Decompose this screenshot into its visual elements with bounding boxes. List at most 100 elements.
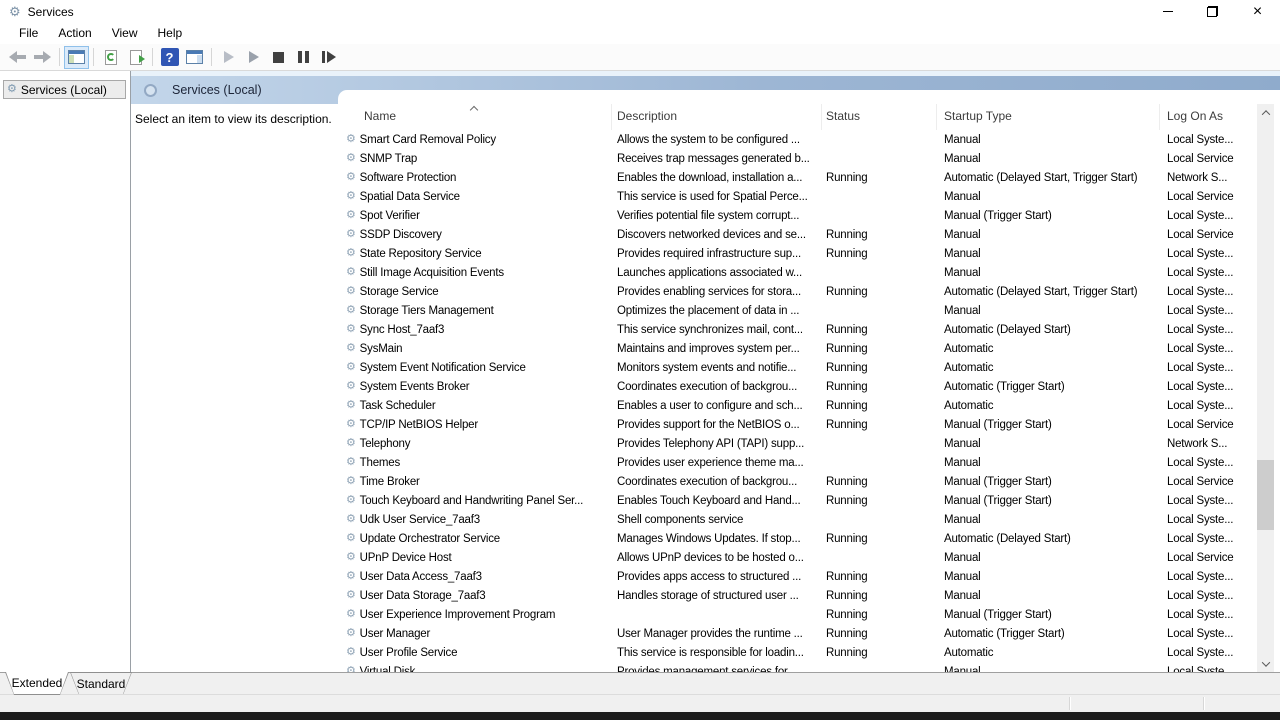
- tree-item-services-local[interactable]: ⚙ Services (Local): [3, 80, 126, 99]
- table-row[interactable]: ⚙User Data Access_7aaf3 Provides apps ac…: [338, 567, 1263, 586]
- table-row[interactable]: ⚙Virtual Disk Provides management servic…: [338, 662, 1263, 672]
- service-name-cell: ⚙Virtual Disk: [346, 662, 610, 672]
- forward-button[interactable]: [30, 46, 55, 69]
- table-row[interactable]: ⚙Update Orchestrator Service Manages Win…: [338, 529, 1263, 548]
- table-row[interactable]: ⚙Spot Verifier Verifies potential file s…: [338, 206, 1263, 225]
- show-console-tree-button[interactable]: [64, 46, 89, 69]
- menu-view[interactable]: View: [102, 24, 148, 43]
- refresh-button[interactable]: [98, 46, 123, 69]
- service-name-cell: ⚙SNMP Trap: [346, 149, 610, 168]
- service-gear-icon: ⚙: [346, 533, 356, 544]
- table-row[interactable]: ⚙Themes Provides user experience theme m…: [338, 453, 1263, 472]
- table-row[interactable]: ⚙System Event Notification Service Monit…: [338, 358, 1263, 377]
- service-description: Manages Windows Updates. If stop...: [617, 529, 820, 548]
- table-row[interactable]: ⚙Still Image Acquisition Events Launches…: [338, 263, 1263, 282]
- tab-extended[interactable]: Extended: [5, 672, 69, 695]
- service-log-on-as: Local Syste...: [1167, 358, 1263, 377]
- service-startup-type: Automatic (Delayed Start, Trigger Start): [944, 282, 1169, 301]
- table-row[interactable]: ⚙SysMain Maintains and improves system p…: [338, 339, 1263, 358]
- table-row[interactable]: ⚙State Repository Service Provides requi…: [338, 244, 1263, 263]
- service-name-cell: ⚙Time Broker: [346, 472, 610, 491]
- menu-help[interactable]: Help: [148, 24, 193, 43]
- service-name-cell: ⚙User Data Access_7aaf3: [346, 567, 610, 586]
- table-row[interactable]: ⚙User Manager User Manager provides the …: [338, 624, 1263, 643]
- service-log-on-as: Local Syste...: [1167, 377, 1263, 396]
- table-row[interactable]: ⚙Task Scheduler Enables a user to config…: [338, 396, 1263, 415]
- service-startup-type: Manual: [944, 434, 1169, 453]
- service-name-cell: ⚙System Events Broker: [346, 377, 610, 396]
- menu-file[interactable]: File: [9, 24, 48, 43]
- service-gear-icon: ⚙: [346, 438, 356, 449]
- table-row[interactable]: ⚙User Profile Service This service is re…: [338, 643, 1263, 662]
- minimize-button[interactable]: [1145, 0, 1190, 23]
- pause-service-button[interactable]: [291, 46, 316, 69]
- table-row[interactable]: ⚙Smart Card Removal Policy Allows the sy…: [338, 130, 1263, 149]
- start-service-button[interactable]: [216, 46, 241, 69]
- restore-button[interactable]: [1190, 0, 1235, 23]
- column-divider[interactable]: [936, 104, 937, 130]
- vertical-scrollbar[interactable]: [1257, 104, 1274, 672]
- service-name-cell: ⚙Storage Tiers Management: [346, 301, 610, 320]
- service-name: SSDP Discovery: [360, 229, 442, 241]
- service-description: Handles storage of structured user ...: [617, 586, 820, 605]
- menu-action[interactable]: Action: [48, 24, 101, 43]
- table-row[interactable]: ⚙SNMP Trap Receives trap messages genera…: [338, 149, 1263, 168]
- table-row[interactable]: ⚙Spatial Data Service This service is us…: [338, 187, 1263, 206]
- column-header-log-on-as[interactable]: Log On As: [1167, 109, 1223, 123]
- service-name: Themes: [360, 457, 400, 469]
- close-button[interactable]: ×: [1235, 0, 1280, 23]
- scrollbar-thumb[interactable]: [1257, 460, 1274, 530]
- resume-service-button[interactable]: [241, 46, 266, 69]
- service-log-on-as: Local Syste...: [1167, 624, 1263, 643]
- tab-standard[interactable]: Standard: [70, 672, 132, 695]
- table-row[interactable]: ⚙Telephony Provides Telephony API (TAPI)…: [338, 434, 1263, 453]
- service-startup-type: Automatic: [944, 643, 1169, 662]
- table-row[interactable]: ⚙Software Protection Enables the downloa…: [338, 168, 1263, 187]
- column-divider[interactable]: [821, 104, 822, 130]
- service-name: User Data Storage_7aaf3: [360, 590, 486, 602]
- stop-icon: [273, 52, 284, 63]
- table-row[interactable]: ⚙SSDP Discovery Discovers networked devi…: [338, 225, 1263, 244]
- table-row[interactable]: ⚙User Experience Improvement Program Run…: [338, 605, 1263, 624]
- show-action-pane-button[interactable]: [182, 46, 207, 69]
- toolbar-separator: [93, 48, 94, 66]
- table-row[interactable]: ⚙Sync Host_7aaf3 This service synchroniz…: [338, 320, 1263, 339]
- table-row[interactable]: ⚙TCP/IP NetBIOS Helper Provides support …: [338, 415, 1263, 434]
- column-header-startup-type[interactable]: Startup Type: [944, 109, 1012, 123]
- column-divider[interactable]: [1159, 104, 1160, 130]
- status-bar-divider: [1203, 697, 1204, 710]
- table-row[interactable]: ⚙User Data Storage_7aaf3 Handles storage…: [338, 586, 1263, 605]
- service-description: Allows UPnP devices to be hosted o...: [617, 548, 820, 567]
- service-name-cell: ⚙Themes: [346, 453, 610, 472]
- table-row[interactable]: ⚙Time Broker Coordinates execution of ba…: [338, 472, 1263, 491]
- table-row[interactable]: ⚙UPnP Device Host Allows UPnP devices to…: [338, 548, 1263, 567]
- stop-service-button[interactable]: [266, 46, 291, 69]
- service-description: Provides support for the NetBIOS o...: [617, 415, 820, 434]
- column-header-description[interactable]: Description: [617, 109, 677, 123]
- app-gear-icon: ⚙: [9, 5, 21, 18]
- chevron-up-icon: [1261, 110, 1269, 118]
- service-gear-icon: ⚙: [346, 400, 356, 411]
- table-row[interactable]: ⚙System Events Broker Coordinates execut…: [338, 377, 1263, 396]
- restart-service-button[interactable]: [316, 46, 341, 69]
- service-name: Software Protection: [360, 172, 457, 184]
- table-row[interactable]: ⚙Touch Keyboard and Handwriting Panel Se…: [338, 491, 1263, 510]
- service-gear-icon: ⚙: [346, 324, 356, 335]
- service-startup-type: Automatic: [944, 339, 1169, 358]
- table-row[interactable]: ⚙Storage Service Provides enabling servi…: [338, 282, 1263, 301]
- column-divider[interactable]: [611, 104, 612, 130]
- status-bar: [0, 694, 1280, 712]
- column-header-name[interactable]: Name: [364, 109, 396, 123]
- list-header: Name Description Status Startup Type Log…: [338, 90, 1263, 130]
- scroll-up-button[interactable]: [1257, 104, 1274, 121]
- column-header-status[interactable]: Status: [826, 109, 860, 123]
- back-button[interactable]: [5, 46, 30, 69]
- service-log-on-as: Local Syste...: [1167, 605, 1263, 624]
- help-button[interactable]: ?: [157, 46, 182, 69]
- scroll-down-button[interactable]: [1257, 655, 1274, 672]
- table-row[interactable]: ⚙Storage Tiers Management Optimizes the …: [338, 301, 1263, 320]
- service-name: Udk User Service_7aaf3: [360, 514, 480, 526]
- service-name: Smart Card Removal Policy: [360, 134, 496, 146]
- export-list-button[interactable]: [123, 46, 148, 69]
- table-row[interactable]: ⚙Udk User Service_7aaf3 Shell components…: [338, 510, 1263, 529]
